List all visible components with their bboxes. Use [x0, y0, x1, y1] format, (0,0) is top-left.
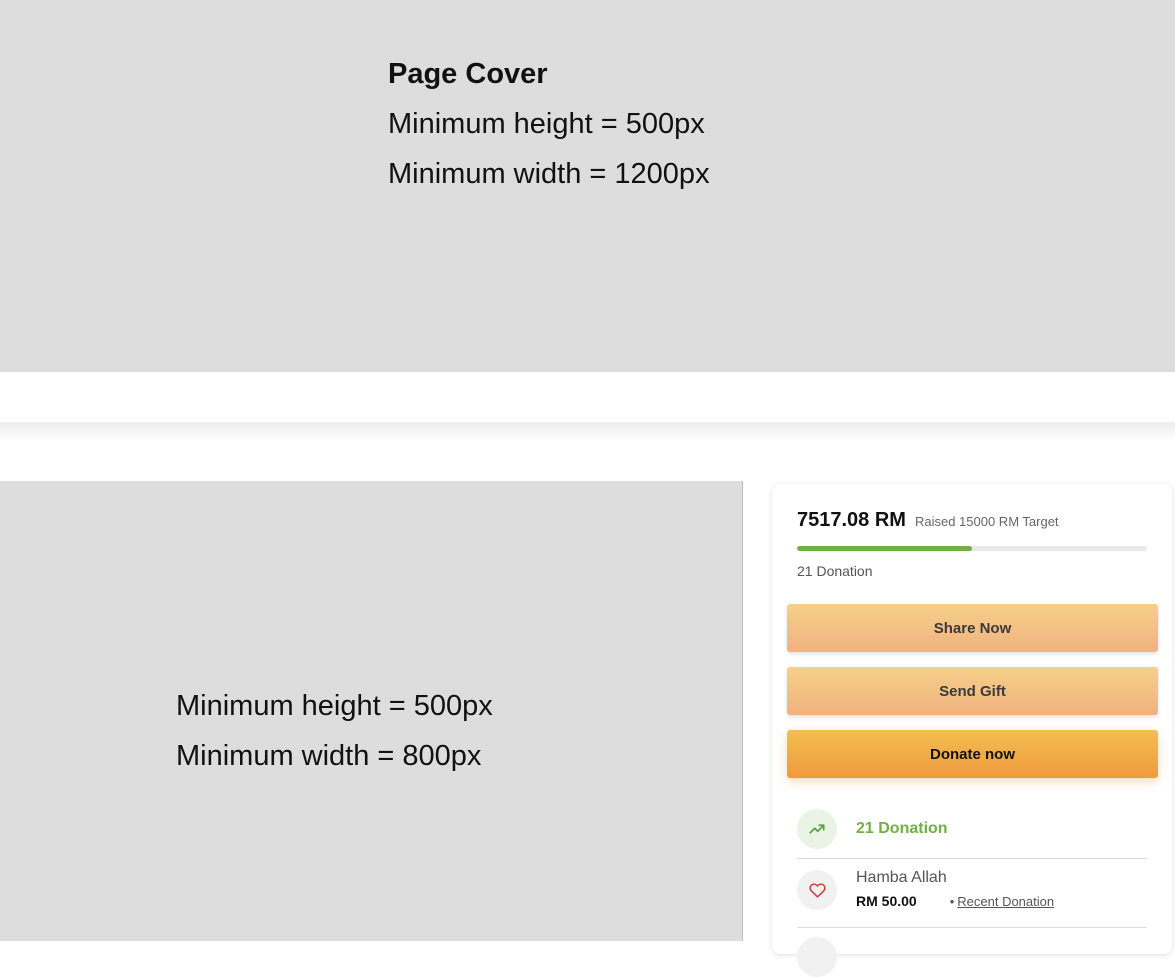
cover-title: Page Cover: [388, 58, 548, 90]
send-gift-button[interactable]: Send Gift: [787, 667, 1158, 715]
donation-list-item: Hamba Allah RM 50.00 Recent Donation: [797, 868, 1054, 910]
donor-name: Hamba Allah: [856, 869, 947, 886]
media-caption: Minimum height = 500px Minimum width = 8…: [176, 688, 493, 774]
heart-icon: [797, 870, 837, 910]
donation-stat-label: 21 Donation: [856, 820, 948, 837]
donor-info: Hamba Allah RM 50.00 Recent Donation: [856, 868, 1054, 910]
share-now-button[interactable]: Share Now: [787, 604, 1158, 652]
cover-min-height: Minimum height = 500px: [388, 108, 705, 140]
section-divider-shadow: [0, 422, 1175, 440]
media-min-height: Minimum height = 500px: [176, 690, 493, 722]
donation-count: 21 Donation: [797, 563, 873, 579]
media-min-width: Minimum width = 800px: [176, 740, 482, 772]
recent-donation-link[interactable]: Recent Donation: [950, 894, 1054, 909]
avatar-icon: [797, 937, 837, 977]
cover-min-width: Minimum width = 1200px: [388, 158, 710, 190]
progress-bar: [797, 546, 1147, 551]
donor-meta: RM 50.00 Recent Donation: [856, 893, 1054, 909]
media-placeholder: Minimum height = 500px Minimum width = 8…: [0, 481, 743, 941]
raised-summary: 7517.08 RM Raised 15000 RM Target: [797, 509, 1059, 532]
progress-fill: [797, 546, 972, 551]
donor-amount: RM 50.00: [856, 893, 917, 909]
page-cover: Page Cover Minimum height = 500px Minimu…: [0, 0, 1175, 372]
trending-up-icon: [797, 809, 837, 849]
raised-target: Raised 15000 RM Target: [914, 514, 1059, 529]
cover-caption: Page Cover Minimum height = 500px Minimu…: [388, 56, 710, 192]
divider: [797, 927, 1147, 928]
donation-list-item-partial: [797, 937, 837, 977]
donate-now-button[interactable]: Donate now: [787, 730, 1158, 778]
divider: [797, 858, 1147, 859]
donation-stat[interactable]: 21 Donation: [797, 809, 948, 849]
donation-card: 7517.08 RM Raised 15000 RM Target 21 Don…: [772, 484, 1172, 977]
raised-amount: 7517.08 RM: [797, 509, 906, 531]
